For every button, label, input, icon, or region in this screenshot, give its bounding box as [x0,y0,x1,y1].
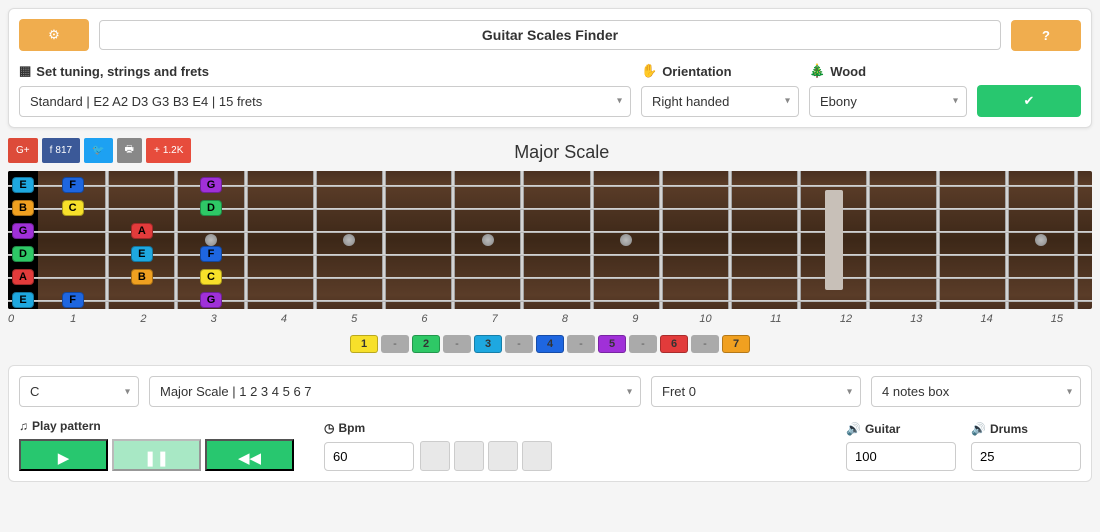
wood-select[interactable]: Ebony [809,86,967,117]
scale-select[interactable]: Major Scale | 1 2 3 4 5 6 7 [149,376,641,407]
scale-degree[interactable]: 5 [598,335,626,353]
guitar-vol-label: Guitar [865,422,900,436]
guitar-volume-input[interactable] [846,442,956,471]
play-icon: ▶ [58,450,70,467]
help-button[interactable]: ? [1011,20,1081,51]
fret-note[interactable]: F [62,292,84,308]
fret-number: 9 [600,313,670,325]
scale-degree[interactable]: 6 [660,335,688,353]
fret-note[interactable]: E [12,177,34,193]
play-button[interactable]: ▶ [19,439,108,471]
play-pattern-label: Play pattern [32,419,101,433]
fret-note[interactable]: C [62,200,84,216]
beat-indicator [420,441,552,471]
fret-note[interactable]: B [131,269,153,285]
scale-degree[interactable]: 3 [474,335,502,353]
scale-title: Major Scale [191,142,932,163]
degree-separator: - [381,335,409,353]
tuning-label: Set tuning, strings and frets [36,64,209,79]
fret-number: 3 [179,313,249,325]
degree-separator: - [691,335,719,353]
degree-separator: - [443,335,471,353]
clock-icon: ◷ [324,421,334,435]
pause-button[interactable]: ❚❚ [112,439,201,471]
orientation-label: Orientation [662,64,731,79]
fret-number: 1 [38,313,108,325]
rewind-button[interactable]: ◀◀ [205,439,294,471]
music-icon: ♫ [19,419,28,433]
fret-note[interactable]: D [12,246,34,262]
wood-label: Wood [830,64,866,79]
bpm-input[interactable] [324,442,414,471]
drums-volume-input[interactable] [971,442,1081,471]
pause-icon: ❚❚ [144,450,169,467]
fret-number: 15 [1022,313,1092,325]
box-select[interactable]: 4 notes box [871,376,1081,407]
fret-number: 7 [460,313,530,325]
fret-note[interactable]: A [131,223,153,239]
fret-number: 10 [670,313,740,325]
fretboard[interactable]: EFGBCDGADEFABCEFG [8,171,1092,309]
degree-separator: - [567,335,595,353]
fret-number: 12 [811,313,881,325]
fret-number-row: 0123456789101112131415 [8,313,1092,325]
settings-button[interactable]: ⚙ [19,19,89,51]
rewind-icon: ◀◀ [238,450,261,467]
fret-number: 8 [530,313,600,325]
tuning-select[interactable]: Standard | E2 A2 D3 G3 B3 E4 | 15 frets [19,86,631,117]
grid-icon: ▦ [19,63,31,79]
scale-degree[interactable]: 1 [350,335,378,353]
twitter-button[interactable]: 🐦 [84,138,112,163]
fret-number: 11 [741,313,811,325]
scale-degree[interactable]: 4 [536,335,564,353]
fret-note[interactable]: F [62,177,84,193]
fret-number: 6 [389,313,459,325]
scale-degree-row: 1-2-3-4-5-6-7 [8,335,1092,353]
apply-button[interactable]: ✔ [977,85,1081,117]
facebook-button[interactable]: f 817 [42,138,80,163]
fret-note[interactable]: E [131,246,153,262]
fret-note[interactable]: C [200,269,222,285]
gplus-button[interactable]: G+ [8,138,38,163]
fret-note[interactable]: G [200,177,222,193]
fret-number: 0 [8,313,38,325]
degree-separator: - [629,335,657,353]
fret-note[interactable]: G [12,223,34,239]
fret-number: 4 [249,313,319,325]
fret-select[interactable]: Fret 0 [651,376,861,407]
fret-note[interactable]: E [12,292,34,308]
scale-degree[interactable]: 2 [412,335,440,353]
bpm-label: Bpm [338,421,365,435]
scale-degree[interactable]: 7 [722,335,750,353]
tree-icon: 🎄 [809,63,825,79]
fret-note[interactable]: D [200,200,222,216]
root-note-select[interactable]: C [19,376,139,407]
drums-vol-label: Drums [990,422,1028,436]
social-share-row: G+ f 817 🐦 🖶 + 1.2K [8,138,191,163]
gear-icon: ⚙ [48,27,60,43]
check-icon: ✔ [1024,93,1035,109]
orientation-select[interactable]: Right handed [641,86,799,117]
addthis-button[interactable]: + 1.2K [146,138,191,163]
fret-note[interactable]: F [200,246,222,262]
volume-icon: 🔊 [971,422,986,436]
hand-icon: ✋ [641,63,657,79]
print-button[interactable]: 🖶 [117,138,142,163]
fret-note[interactable]: A [12,269,34,285]
fret-number: 13 [881,313,951,325]
degree-separator: - [505,335,533,353]
fret-note[interactable]: B [12,200,34,216]
fret-number: 14 [951,313,1021,325]
volume-icon: 🔊 [846,422,861,436]
fret-number: 2 [108,313,178,325]
fret-number: 5 [319,313,389,325]
fret-note[interactable]: G [200,292,222,308]
app-title: Guitar Scales Finder [99,20,1001,50]
